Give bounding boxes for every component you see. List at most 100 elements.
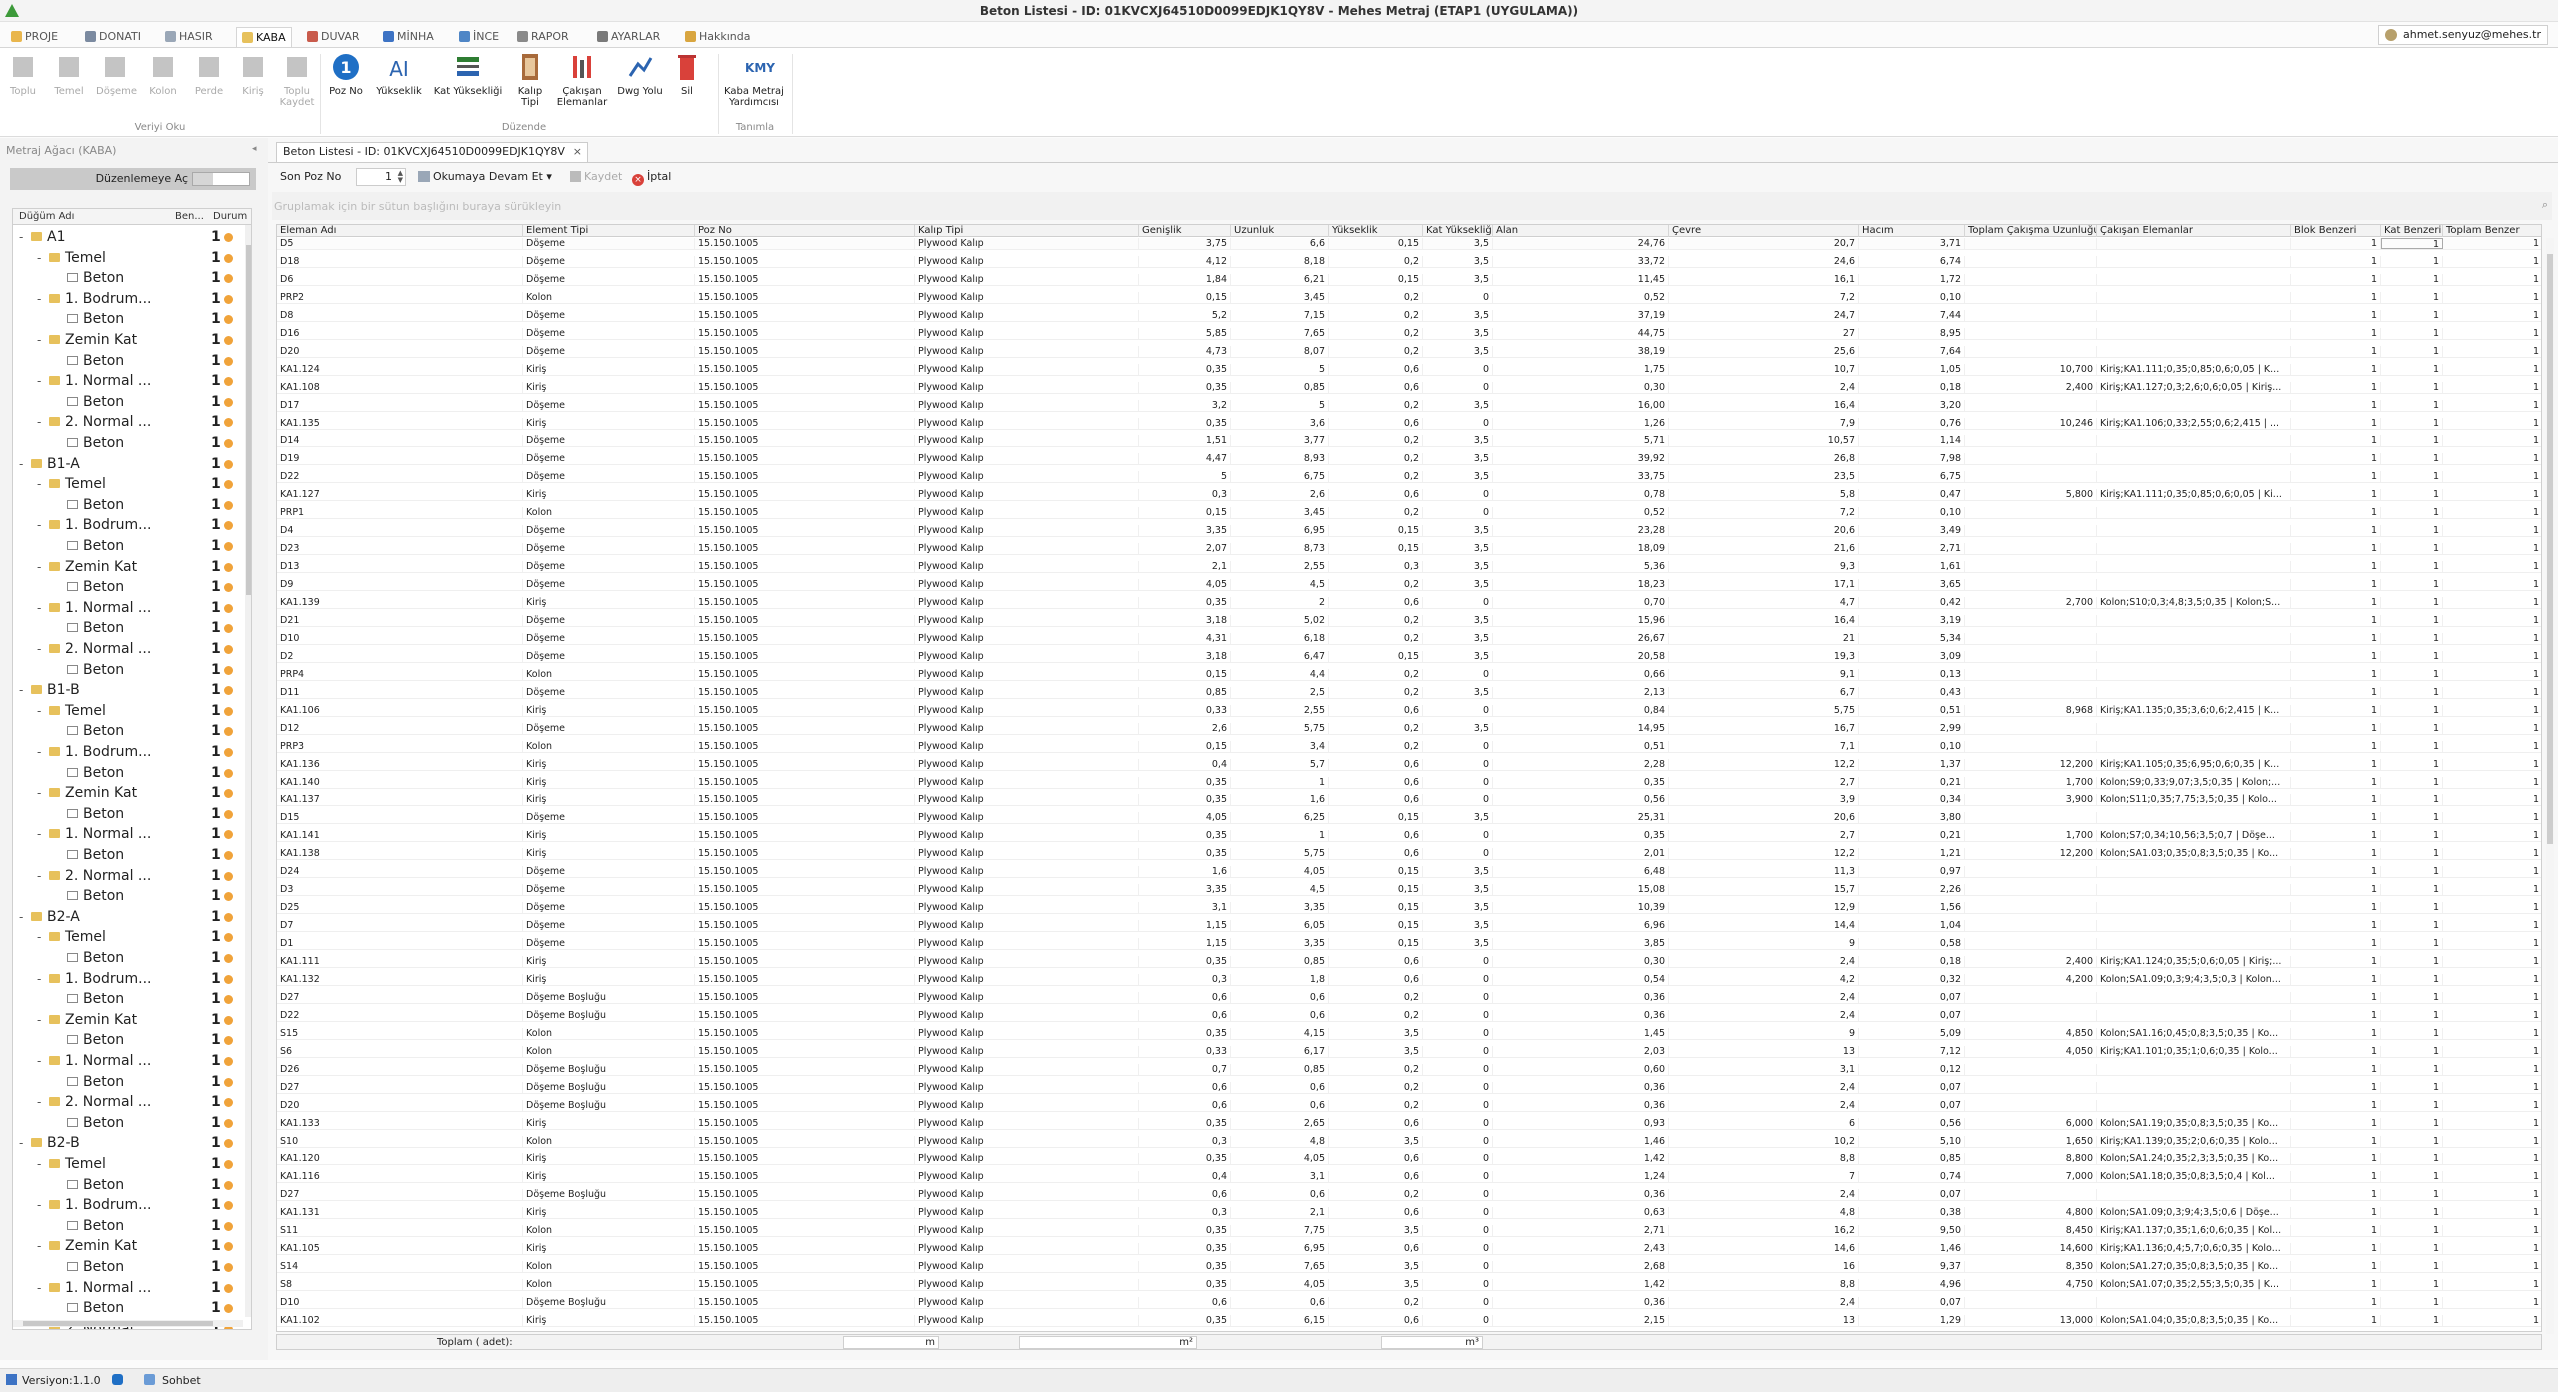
table-cell[interactable]: Plywood Kalıp bbox=[915, 1297, 1139, 1309]
table-cell[interactable]: 7,44 bbox=[1859, 309, 1965, 321]
table-row[interactable]: D26 Döşeme Boşluğu 15.150.1005 Plywood Kalı… bbox=[277, 1063, 2541, 1076]
table-cell[interactable]: Kolon;SA1.03;0,35;0,8;3,5;0,35 | Ko... bbox=[2097, 848, 2291, 860]
collapse-icon[interactable]: - bbox=[37, 248, 41, 268]
table-cell[interactable]: 1 bbox=[2443, 1279, 2541, 1290]
table-row[interactable]: D6 Döşeme 15.150.1005 Plywood Kalıp 1,84 6,21… bbox=[277, 273, 2541, 286]
table-cell[interactable]: 0,85 bbox=[1231, 381, 1329, 393]
collapse-icon[interactable]: - bbox=[37, 639, 41, 659]
table-cell[interactable]: 1 bbox=[2443, 1064, 2541, 1075]
table-cell[interactable]: 1 bbox=[2381, 1315, 2443, 1326]
table-cell[interactable]: 0,2 bbox=[1329, 614, 1423, 626]
table-cell[interactable]: 0,2 bbox=[1329, 1189, 1423, 1201]
table-cell[interactable] bbox=[2097, 884, 2291, 896]
table-cell[interactable]: 0,07 bbox=[1859, 1099, 1965, 1111]
table-cell[interactable]: 6,96 bbox=[1493, 920, 1669, 932]
table-cell[interactable]: 0,35 bbox=[1139, 1279, 1231, 1291]
table-cell[interactable] bbox=[2097, 686, 2291, 698]
table-cell[interactable]: Plywood Kalıp bbox=[915, 1279, 1139, 1291]
table-cell[interactable]: 12,2 bbox=[1669, 848, 1859, 860]
column-header-14[interactable]: Kat Benzeri bbox=[2381, 225, 2443, 237]
table-row[interactable]: KA1.136 Kiriş 15.150.1005 Plywood Kalıp 0,4 5… bbox=[277, 758, 2541, 771]
collapse-icon[interactable]: - bbox=[19, 454, 23, 474]
table-cell[interactable]: 15.150.1005 bbox=[695, 543, 915, 555]
menu-tab-4[interactable]: DUVAR bbox=[302, 27, 365, 47]
table-cell[interactable]: 0,84 bbox=[1493, 704, 1669, 716]
table-cell[interactable]: 2,71 bbox=[1493, 1225, 1669, 1237]
column-header-4[interactable]: Genişlik bbox=[1139, 225, 1231, 237]
table-cell[interactable]: 1 bbox=[2443, 1225, 2541, 1236]
tree-node[interactable]: Beton 1 bbox=[13, 886, 243, 906]
table-row[interactable]: KA1.131 Kiriş 15.150.1005 Plywood Kalıp 0,3 2… bbox=[277, 1207, 2541, 1220]
table-cell[interactable]: 1,24 bbox=[1493, 1171, 1669, 1183]
table-cell[interactable]: Döşeme bbox=[523, 255, 695, 267]
table-cell[interactable]: Plywood Kalıp bbox=[915, 1135, 1139, 1147]
table-cell[interactable]: 0,56 bbox=[1859, 1117, 1965, 1129]
table-cell[interactable]: Kolon bbox=[523, 1045, 695, 1057]
table-cell[interactable]: 4,5 bbox=[1231, 884, 1329, 896]
table-cell[interactable]: 38,19 bbox=[1493, 345, 1669, 357]
table-cell[interactable]: Döşeme bbox=[523, 938, 695, 950]
table-cell[interactable]: 1 bbox=[2291, 956, 2381, 967]
table-cell[interactable]: 16,7 bbox=[1669, 722, 1859, 734]
table-cell[interactable]: 0,6 bbox=[1329, 381, 1423, 393]
table-cell[interactable]: 1 bbox=[2381, 650, 2443, 662]
table-cell[interactable]: Plywood Kalıp bbox=[915, 327, 1139, 339]
table-cell[interactable]: 15.150.1005 bbox=[695, 255, 915, 267]
table-cell[interactable]: 0,63 bbox=[1493, 1207, 1669, 1219]
table-cell[interactable]: 2,03 bbox=[1493, 1045, 1669, 1057]
table-cell[interactable]: 1 bbox=[2291, 632, 2381, 644]
table-cell[interactable]: 1 bbox=[2291, 1243, 2381, 1255]
tree-node[interactable]: Beton 1 bbox=[13, 577, 243, 597]
table-cell[interactable]: 8,8 bbox=[1669, 1279, 1859, 1291]
table-cell[interactable]: Kiriş;KA1.135;0,35;3,6;0,6;2,415 | K... bbox=[2097, 704, 2291, 716]
table-cell[interactable]: 0 bbox=[1423, 1081, 1493, 1093]
table-cell[interactable]: D23 bbox=[277, 543, 523, 555]
menu-tab-2[interactable]: HASIR bbox=[160, 27, 218, 47]
table-cell[interactable]: KA1.140 bbox=[277, 776, 523, 788]
table-row[interactable]: D24 Döşeme 15.150.1005 Plywood Kalıp 1,6 4,05… bbox=[277, 866, 2541, 879]
save-button[interactable]: Kaydet bbox=[570, 168, 622, 186]
table-cell[interactable]: 15.150.1005 bbox=[695, 597, 915, 608]
table-cell[interactable] bbox=[2097, 507, 2291, 519]
table-cell[interactable]: 1,61 bbox=[1859, 561, 1965, 573]
table-cell[interactable]: 1 bbox=[2381, 1117, 2443, 1129]
table-cell[interactable]: 0,2 bbox=[1329, 1297, 1423, 1309]
table-cell[interactable]: 1 bbox=[2291, 435, 2381, 447]
tree-node[interactable]: Beton 1 bbox=[13, 845, 243, 865]
table-cell[interactable]: 0,6 bbox=[1231, 1189, 1329, 1201]
table-cell[interactable]: 2,6 bbox=[1231, 489, 1329, 501]
table-cell[interactable]: 7,000 bbox=[1965, 1171, 2097, 1183]
table-cell[interactable]: 0,2 bbox=[1329, 722, 1423, 734]
table-cell[interactable]: Döşeme bbox=[523, 399, 695, 411]
table-cell[interactable]: 3,5 bbox=[1329, 1027, 1423, 1039]
table-cell[interactable]: 15.150.1005 bbox=[695, 848, 915, 860]
menu-tab-5[interactable]: MİNHA bbox=[378, 27, 439, 47]
table-cell[interactable]: 1 bbox=[2443, 274, 2541, 285]
table-cell[interactable] bbox=[2097, 614, 2291, 626]
table-cell[interactable]: 10,700 bbox=[1965, 363, 2097, 375]
table-cell[interactable]: 4,15 bbox=[1231, 1027, 1329, 1039]
table-cell[interactable]: 1 bbox=[2443, 453, 2541, 464]
table-cell[interactable]: 3,80 bbox=[1859, 812, 1965, 824]
table-cell[interactable]: Kiriş bbox=[523, 973, 695, 985]
table-cell[interactable]: 1,84 bbox=[1139, 273, 1231, 285]
table-cell[interactable]: 0,6 bbox=[1139, 1099, 1231, 1111]
tree-vertical-scrollbar[interactable] bbox=[245, 225, 251, 1317]
table-cell[interactable]: 15.150.1005 bbox=[695, 309, 915, 321]
table-cell[interactable]: 2,01 bbox=[1493, 848, 1669, 860]
tree-node[interactable]: - B1-B 1 bbox=[13, 680, 243, 700]
table-cell[interactable]: 5 bbox=[1231, 363, 1329, 375]
column-header-7[interactable]: Kat Yüksekliği bbox=[1423, 225, 1493, 237]
table-cell[interactable]: 15.150.1005 bbox=[695, 507, 915, 519]
table-cell[interactable]: Kiriş bbox=[523, 794, 695, 806]
table-cell[interactable]: KA1.106 bbox=[277, 704, 523, 716]
table-cell[interactable]: 0 bbox=[1423, 1189, 1493, 1201]
table-cell[interactable]: Plywood Kalıp bbox=[915, 238, 1139, 249]
table-cell[interactable]: 1 bbox=[2291, 794, 2381, 806]
table-cell[interactable]: 2,4 bbox=[1669, 1009, 1859, 1021]
table-cell[interactable]: 15.150.1005 bbox=[695, 668, 915, 680]
table-cell[interactable]: 3,5 bbox=[1423, 345, 1493, 357]
table-cell[interactable]: 3,5 bbox=[1423, 525, 1493, 537]
table-cell[interactable]: 0,07 bbox=[1859, 991, 1965, 1003]
table-cell[interactable]: 0,6 bbox=[1329, 758, 1423, 770]
